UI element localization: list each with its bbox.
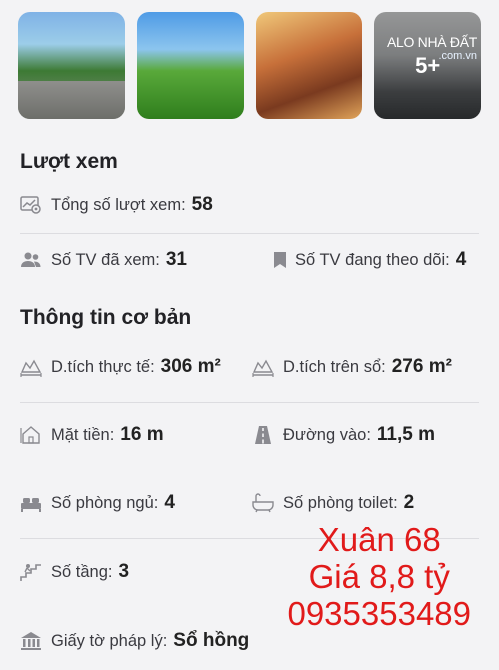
users-icon bbox=[20, 249, 42, 271]
more-photos-count[interactable]: 5+ bbox=[374, 12, 481, 119]
bookmark-icon bbox=[272, 249, 288, 271]
members-viewed-value: 31 bbox=[165, 249, 187, 270]
members-following-label: Số TV đang theo dõi: bbox=[295, 250, 450, 269]
chart-view-icon bbox=[20, 194, 42, 216]
divider bbox=[20, 402, 479, 403]
members-following-value: 4 bbox=[455, 249, 467, 270]
frontage-item: Mặt tiền: 16 m bbox=[20, 424, 252, 446]
watermark-domain: .com.vn bbox=[438, 50, 477, 62]
photo-thumbnail-street[interactable] bbox=[18, 12, 125, 119]
frontage-row: Mặt tiền: 16 m Đường vào: 11,5 m bbox=[20, 424, 479, 446]
stairs-icon bbox=[20, 561, 42, 583]
floors-item: Số tầng: 3 bbox=[20, 561, 129, 583]
photo-thumbnail-more[interactable]: 5+ bbox=[374, 12, 481, 119]
access-road-value: 11,5 m bbox=[376, 424, 436, 445]
total-views-row: Tổng số lượt xem: 58 bbox=[20, 194, 479, 216]
promo-name: Xuân 68 bbox=[317, 521, 441, 558]
total-views-label: Tổng số lượt xem: bbox=[51, 195, 186, 214]
members-viewed-label: Số TV đã xem: bbox=[51, 250, 160, 269]
total-views-value: 58 bbox=[191, 194, 213, 215]
land-area-icon bbox=[20, 356, 42, 378]
frontage-label: Mặt tiền: bbox=[51, 425, 115, 444]
bedrooms-value: 4 bbox=[164, 492, 175, 513]
book-area-value: 276 m² bbox=[391, 356, 452, 377]
land-area-icon bbox=[252, 356, 274, 378]
photo-thumbnail-staircase[interactable] bbox=[255, 12, 363, 119]
promo-price: Giá 8,8 tỷ bbox=[308, 557, 450, 595]
book-area-label: D.tích trên sổ: bbox=[283, 357, 386, 376]
floors-label: Số tầng: bbox=[51, 562, 113, 581]
watermark-logo: ALO NHÀ ĐẤT .com.vn bbox=[387, 34, 477, 62]
members-following-item: Số TV đang theo dõi: 4 bbox=[272, 249, 466, 271]
bedrooms-label: Số phòng ngủ: bbox=[51, 493, 159, 512]
watermark-brand: ALO NHÀ ĐẤT bbox=[386, 34, 477, 50]
bathtub-icon bbox=[252, 492, 274, 514]
promo-overlay: Xuân 68 Giá 8,8 tỷ 0935353489 bbox=[287, 521, 471, 633]
toilets-label: Số phòng toilet: bbox=[283, 493, 398, 512]
access-road-item: Đường vào: 11,5 m bbox=[252, 424, 435, 446]
toilets-item: Số phòng toilet: 2 bbox=[252, 492, 414, 514]
members-viewed-item: Số TV đã xem: 31 bbox=[20, 249, 272, 271]
bed-icon bbox=[20, 492, 42, 514]
legal-document-item: Giấy tờ pháp lý: Sổ hồng bbox=[20, 630, 249, 652]
rooms-row: Số phòng ngủ: 4 Số phòng toilet: 2 bbox=[20, 492, 479, 514]
actual-area-value: 306 m² bbox=[160, 356, 221, 377]
frontage-value: 16 m bbox=[120, 424, 164, 445]
legal-row: Giấy tờ pháp lý: Sổ hồng bbox=[20, 630, 479, 652]
photo-thumbnail-garden[interactable] bbox=[136, 12, 244, 119]
views-section-title: Lượt xem bbox=[20, 150, 118, 173]
basic-info-section-title: Thông tin cơ bản bbox=[20, 306, 192, 329]
divider bbox=[20, 233, 479, 234]
actual-area-label: D.tích thực tế: bbox=[51, 357, 155, 376]
bedrooms-item: Số phòng ngủ: 4 bbox=[20, 492, 252, 514]
bank-building-icon bbox=[20, 630, 42, 652]
book-area-item: D.tích trên sổ: 276 m² bbox=[252, 356, 452, 378]
access-road-label: Đường vào: bbox=[283, 425, 371, 444]
road-icon bbox=[252, 424, 274, 446]
legal-document-value: Sổ hồng bbox=[173, 630, 250, 651]
legal-document-label: Giấy tờ pháp lý: bbox=[51, 631, 168, 650]
area-row: D.tích thực tế: 306 m² D.tích trên sổ: 2… bbox=[20, 356, 479, 378]
house-frontage-icon bbox=[20, 424, 42, 446]
total-views-item: Tổng số lượt xem: 58 bbox=[20, 194, 213, 216]
photo-gallery: 5+ ALO NHÀ ĐẤT .com.vn bbox=[18, 12, 481, 120]
floors-value: 3 bbox=[118, 561, 130, 582]
members-row: Số TV đã xem: 31 Số TV đang theo dõi: 4 bbox=[20, 249, 479, 271]
actual-area-item: D.tích thực tế: 306 m² bbox=[20, 356, 252, 378]
promo-phone: 0935353489 bbox=[287, 594, 471, 632]
toilets-value: 2 bbox=[403, 492, 415, 513]
